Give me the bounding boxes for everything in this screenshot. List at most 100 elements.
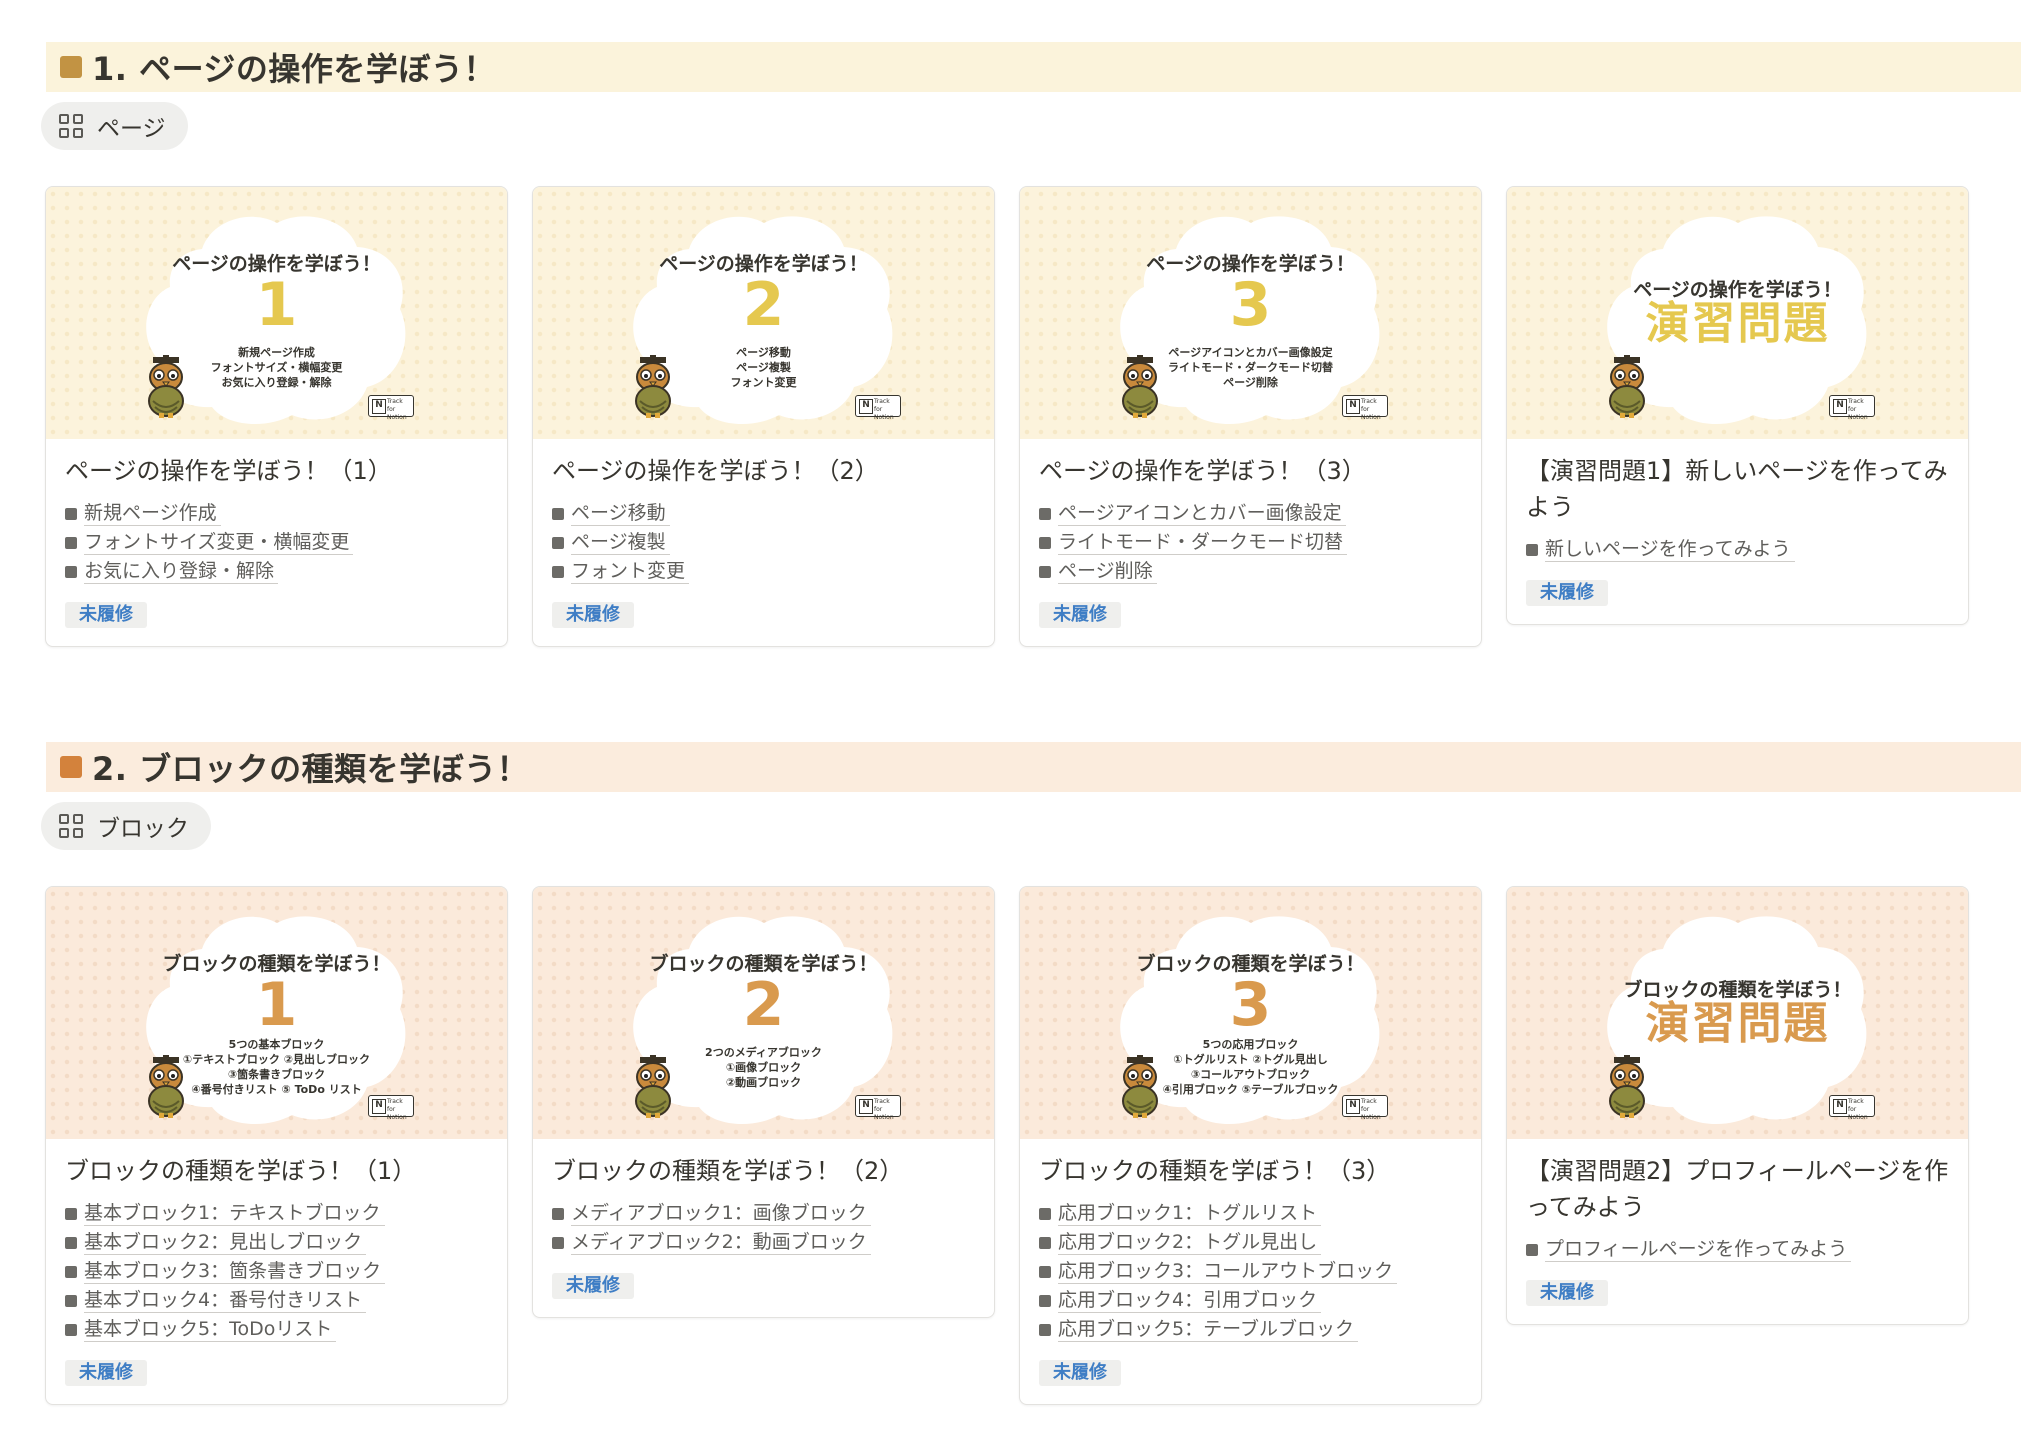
gallery-card[interactable]: ブロックの種類を学ぼう！22つのメディアブロック①画像ブロック②動画ブロック T… xyxy=(532,886,995,1318)
gallery-card[interactable]: ブロックの種類を学ぼう！演習問題 Track for Notion 【演習問題2】… xyxy=(1506,886,1969,1325)
relation-item[interactable]: 応用ブロック2：トグル見出し xyxy=(1039,1228,1462,1257)
cover-subtitle-line: お気に入り登録・解除 xyxy=(221,376,332,389)
page-square-icon xyxy=(65,1294,77,1307)
cover-number: 1 xyxy=(255,970,298,1040)
gallery-card[interactable]: ブロックの種類を学ぼう！ 1 5つの基本ブロック ①テキストブロック ②見出しブロック… xyxy=(45,886,508,1405)
relation-item[interactable]: 基本ブロック4：番号付きリスト xyxy=(65,1286,488,1315)
section-heading: 2. ブロックの種類を学ぼう！ xyxy=(46,742,2021,792)
status-badge: 未履修 xyxy=(1039,602,1121,628)
relation-item[interactable]: 基本ブロック3：箇条書きブロック xyxy=(65,1257,488,1286)
notion-logo-icon: Track for Notion xyxy=(1829,395,1875,421)
relation-item[interactable]: ライトモード・ダークモード切替 xyxy=(1039,528,1462,557)
card-cover-image: ページの操作を学ぼう！ 3 ページアイコンとカバー画像設定 ライトモード・ダークモード… xyxy=(1020,187,1481,439)
page-square-icon xyxy=(1039,1294,1051,1307)
card-cover-image: ブロックの種類を学ぼう！演習問題 Track for Notion xyxy=(1507,887,1968,1139)
card-title: 【演習問題2】プロフィールページを作ってみよう xyxy=(1526,1157,1949,1221)
relation-item[interactable]: フォントサイズ変更・横幅変更 xyxy=(65,528,488,557)
cover-subtitle-line: ページアイコンとカバー画像設定 xyxy=(1168,346,1333,359)
relation-item-label: 新規ページ作成 xyxy=(84,502,221,526)
card-body: 【演習問題1】新しいページを作ってみよう 新しいページを作ってみよう 未履修 xyxy=(1507,439,1968,624)
relation-item-label: フォント変更 xyxy=(571,560,690,584)
relation-item[interactable]: フォント変更 xyxy=(552,557,975,586)
relation-item[interactable]: ページ移動 xyxy=(552,499,975,528)
cover-subtitle-line: 2つのメディアブロック xyxy=(705,1046,822,1059)
page-square-icon xyxy=(1039,507,1051,520)
cover-subtitle-line: ライトモード・ダークモード切替 xyxy=(1168,361,1333,374)
relation-item[interactable]: 基本ブロック1：テキストブロック xyxy=(65,1199,488,1228)
cover-subtitle-line: ④番号付きリスト ⑤ ToDo リスト xyxy=(191,1083,362,1096)
card-cover-image: ブロックの種類を学ぼう！ 1 5つの基本ブロック ①テキストブロック ②見出しブロック… xyxy=(46,887,507,1139)
status-badge: 未履修 xyxy=(1526,580,1608,606)
relation-item[interactable]: ページ複製 xyxy=(552,528,975,557)
card-body: ページの操作を学ぼう！（1） 新規ページ作成 フォントサイズ変更・横幅変更 お気に入り… xyxy=(46,439,507,646)
relation-item-label: フォントサイズ変更・横幅変更 xyxy=(84,531,354,555)
cover-number: 2 xyxy=(742,970,785,1040)
relation-item-label: 新しいページを作ってみよう xyxy=(1545,538,1795,562)
relation-item-label: メディアブロック1：画像ブロック xyxy=(571,1202,871,1226)
section-heading: 1. ページの操作を学ぼう！ xyxy=(46,42,2021,92)
cover-subtitle-line: 新規ページ作成 xyxy=(238,346,315,359)
relation-item[interactable]: ページアイコンとカバー画像設定 xyxy=(1039,499,1462,528)
status-badge: 未履修 xyxy=(552,1273,634,1299)
relation-item-label: 基本ブロック2：見出しブロック xyxy=(84,1231,367,1255)
gallery-view-tab[interactable]: ブロック xyxy=(41,802,211,850)
relation-item[interactable]: プロフィールページを作ってみよう xyxy=(1526,1235,1949,1264)
card-body: 【演習問題2】プロフィールページを作ってみよう プロフィールページを作ってみよう未… xyxy=(1507,1139,1968,1324)
relation-item[interactable]: 応用ブロック1：トグルリスト xyxy=(1039,1199,1462,1228)
cover-subtitle: ページ移動 ページ複製 フォント変更 xyxy=(533,345,994,390)
gallery-card[interactable]: ブロックの種類を学ぼう！ 3 5つの応用ブロック ①トグルリスト ②トグル見出し ③コー… xyxy=(1019,886,1482,1405)
relation-item-label: 応用ブロック4：引用ブロック xyxy=(1058,1289,1322,1313)
status-badge: 未履修 xyxy=(552,602,634,628)
cover-subtitle-line: ページ削除 xyxy=(1223,376,1278,389)
page-square-icon xyxy=(65,507,77,520)
owl-mascot-icon xyxy=(1602,1055,1652,1119)
view-label: ブロック xyxy=(97,816,189,842)
card-title: ブロックの種類を学ぼう！（2） xyxy=(552,1157,904,1185)
relation-item[interactable]: 応用ブロック5：テーブルブロック xyxy=(1039,1315,1462,1344)
cover-subtitle: 5つの応用ブロック ①トグルリスト ②トグル見出し ③コールアウトブロック ④引用ブロ… xyxy=(1020,1037,1481,1097)
relation-item[interactable]: 基本ブロック2：見出しブロック xyxy=(65,1228,488,1257)
relation-item[interactable]: 応用ブロック4：引用ブロック xyxy=(1039,1286,1462,1315)
relation-item[interactable]: 新規ページ作成 xyxy=(65,499,488,528)
gallery-view-tab[interactable]: ページ xyxy=(41,102,188,150)
cover-subtitle-line: フォント変更 xyxy=(730,376,797,389)
page-square-icon xyxy=(1039,1265,1051,1278)
relation-item[interactable]: 応用ブロック3：コールアウトブロック xyxy=(1039,1257,1462,1286)
gallery-card[interactable]: ページの操作を学ぼう！ 1 新規ページ作成 フォントサイズ・横幅変更 お気に入り登録・解… xyxy=(45,186,508,647)
owl-mascot-icon xyxy=(628,355,678,419)
gallery-card[interactable]: ページの操作を学ぼう！演習問題 Track for Notion【演習問題1】新… xyxy=(1506,186,1969,625)
heading-square-icon xyxy=(60,756,82,778)
page-square-icon xyxy=(65,1265,77,1278)
relation-item[interactable]: 基本ブロック5：ToDoリスト xyxy=(65,1315,488,1344)
relation-item[interactable]: メディアブロック2：動画ブロック xyxy=(552,1228,975,1257)
gallery-card[interactable]: ページの操作を学ぼう！2ページ移動ページ複製フォント変更 Track for N… xyxy=(532,186,995,647)
relation-item-label: ページ削除 xyxy=(1058,560,1157,584)
notion-logo-icon: Track for Notion xyxy=(1829,1095,1875,1121)
card-title: ブロックの種類を学ぼう！（3） xyxy=(1039,1157,1391,1185)
relation-item-label: ページアイコンとカバー画像設定 xyxy=(1058,502,1346,526)
page-square-icon xyxy=(1039,1236,1051,1249)
owl-mascot-icon xyxy=(1115,1055,1165,1119)
cover-subtitle-line: ①画像ブロック xyxy=(725,1061,802,1074)
card-body: ページの操作を学ぼう！（3） ページアイコンとカバー画像設定 ライトモード・ダークモ… xyxy=(1020,439,1481,646)
cover-subtitle-line: ①トグルリスト ②トグル見出し xyxy=(1173,1053,1328,1066)
heading-square-icon xyxy=(60,56,82,78)
relation-item[interactable]: お気に入り登録・解除 xyxy=(65,557,488,586)
page-square-icon xyxy=(1526,543,1538,556)
owl-mascot-icon xyxy=(141,355,191,419)
relation-item-label: ページ移動 xyxy=(571,502,670,526)
relation-item-label: 基本ブロック5：ToDoリスト xyxy=(84,1318,337,1342)
gallery-card[interactable]: ページの操作を学ぼう！ 3 ページアイコンとカバー画像設定 ライトモード・ダークモード… xyxy=(1019,186,1482,647)
relation-item[interactable]: ページ削除 xyxy=(1039,557,1462,586)
status-badge: 未履修 xyxy=(1039,1360,1121,1386)
page-square-icon xyxy=(65,565,77,578)
card-cover-image: ページの操作を学ぼう！2ページ移動ページ複製フォント変更 Track for N… xyxy=(533,187,994,439)
card-cover-image: ページの操作を学ぼう！演習問題 Track for Notion xyxy=(1507,187,1968,439)
gallery-grid-icon xyxy=(59,814,83,838)
relation-item[interactable]: メディアブロック1：画像ブロック xyxy=(552,1199,975,1228)
card-body: ブロックの種類を学ぼう！（2） メディアブロック1：画像ブロック メディアブロック2… xyxy=(533,1139,994,1317)
cover-subtitle-line: ②動画ブロック xyxy=(725,1076,802,1089)
relation-item[interactable]: 新しいページを作ってみよう xyxy=(1526,535,1949,564)
card-cover-image: ページの操作を学ぼう！ 1 新規ページ作成 フォントサイズ・横幅変更 お気に入り登録・解… xyxy=(46,187,507,439)
page-square-icon xyxy=(1039,1323,1051,1336)
